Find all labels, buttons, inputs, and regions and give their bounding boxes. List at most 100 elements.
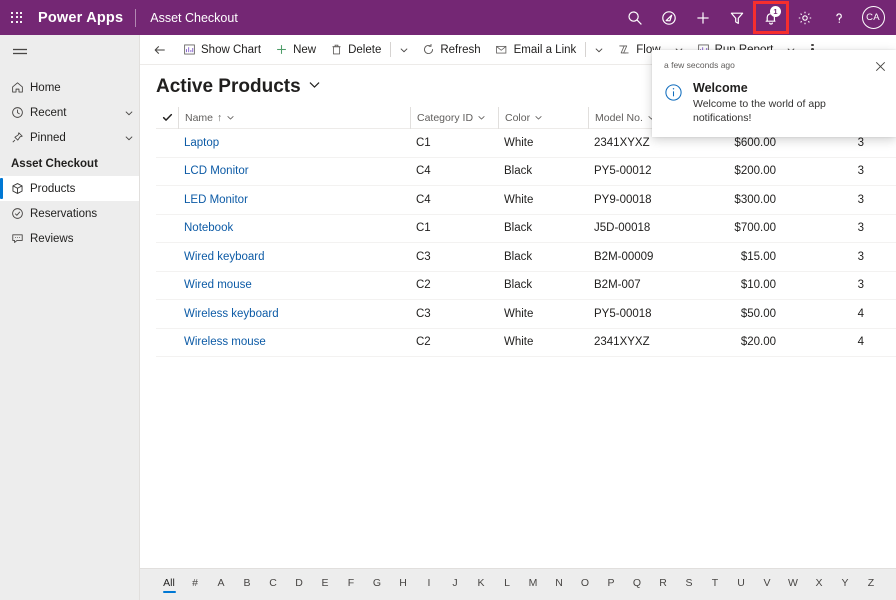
alpha-filter-t[interactable]: T	[702, 570, 728, 600]
chevron-down-icon[interactable]	[119, 133, 139, 143]
chevron-down-icon	[535, 116, 542, 120]
alpha-filter-e[interactable]: E	[312, 570, 338, 600]
alpha-filter-k[interactable]: K	[468, 570, 494, 600]
alpha-filter-l[interactable]: L	[494, 570, 520, 600]
filter-icon[interactable]	[720, 2, 754, 33]
cell-name[interactable]: LED Monitor	[178, 194, 410, 206]
sidebar-item-home[interactable]: Home	[0, 75, 139, 100]
cell-color: Black	[498, 165, 588, 177]
alpha-filter-underline	[371, 591, 384, 593]
select-all-checkbox[interactable]	[156, 107, 178, 129]
table-row[interactable]: Notebook C1 Black J5D-00018 $700.00 3	[156, 215, 896, 243]
table-row[interactable]: Wireless keyboard C3 White PY5-00018 $50.00 4	[156, 300, 896, 329]
alpha-filter-q[interactable]: Q	[624, 570, 650, 600]
new-button[interactable]: New	[268, 36, 323, 64]
table-row[interactable]: Wired mouse C2 Black B2M-007 $10.00 3	[156, 272, 896, 300]
sidebar-item-pinned[interactable]: Pinned	[0, 125, 139, 150]
alpha-filter-w[interactable]: W	[780, 570, 806, 600]
show-chart-button[interactable]: Show Chart	[176, 36, 268, 64]
cell-price: $15.00	[692, 251, 782, 263]
brand-title[interactable]: Power Apps	[34, 10, 135, 26]
email-chevron-down-icon[interactable]	[588, 36, 610, 64]
alpha-filter-z[interactable]: Z	[858, 570, 884, 600]
cell-name[interactable]: Notebook	[178, 222, 410, 234]
email-a-link-button[interactable]: Email a Link	[488, 36, 584, 64]
alpha-filter-o[interactable]: O	[572, 570, 598, 600]
alpha-filter-d[interactable]: D	[286, 570, 312, 600]
alpha-filter-c[interactable]: C	[260, 570, 286, 600]
table-row[interactable]: LED Monitor C4 White PY9-00018 $300.00 3	[156, 186, 896, 215]
avatar[interactable]: CA	[856, 2, 890, 33]
alpha-filter-r[interactable]: R	[650, 570, 676, 600]
cell-name[interactable]: LCD Monitor	[178, 165, 410, 177]
sidebar-item-products[interactable]: Products	[0, 176, 139, 201]
help-icon[interactable]	[822, 2, 856, 33]
cell-name[interactable]: Wireless mouse	[178, 336, 410, 348]
alpha-filter-s[interactable]: S	[676, 570, 702, 600]
cell-price: $700.00	[692, 222, 782, 234]
alpha-filter-label: Y	[841, 576, 849, 589]
back-button[interactable]	[144, 36, 176, 64]
info-icon	[664, 81, 683, 125]
cell-price: $300.00	[692, 194, 782, 206]
cell-rating: 3	[782, 165, 870, 177]
chevron-down-icon[interactable]	[308, 78, 321, 96]
refresh-button[interactable]: Refresh	[415, 36, 487, 64]
alpha-filter-a[interactable]: A	[208, 570, 234, 600]
alpha-filter-v[interactable]: V	[754, 570, 780, 600]
cell-color: White	[498, 137, 588, 149]
sidebar-item-reservations[interactable]: Reservations	[0, 201, 139, 226]
alpha-filter-p[interactable]: P	[598, 570, 624, 600]
table-row[interactable]: LCD Monitor C4 Black PY5-00012 $200.00 3	[156, 158, 896, 186]
alpha-filter-u[interactable]: U	[728, 570, 754, 600]
cell-name[interactable]: Laptop	[178, 137, 410, 149]
notification-item[interactable]: Welcome Welcome to the world of app noti…	[652, 75, 896, 125]
sort-ascending-icon: ↑	[217, 111, 223, 124]
chevron-down-icon[interactable]	[119, 108, 139, 118]
delete-chevron-down-icon[interactable]	[393, 36, 415, 64]
alpha-filter-m[interactable]: M	[520, 570, 546, 600]
close-icon[interactable]	[870, 57, 890, 75]
plus-icon[interactable]	[686, 2, 720, 33]
search-icon[interactable]	[618, 2, 652, 33]
table-row[interactable]: Wired keyboard C3 Black B2M-00009 $15.00 3	[156, 243, 896, 272]
column-label: Name	[185, 111, 214, 124]
gear-icon[interactable]	[788, 2, 822, 33]
alpha-filter-all[interactable]: All	[156, 570, 182, 600]
alpha-filter-f[interactable]: F	[338, 570, 364, 600]
hamburger-menu-icon[interactable]	[0, 35, 139, 69]
cell-rating: 3	[782, 222, 870, 234]
alpha-filter-n[interactable]: N	[546, 570, 572, 600]
alpha-filter-x[interactable]: X	[806, 570, 832, 600]
sidebar-item-recent[interactable]: Recent	[0, 100, 139, 125]
column-header-name[interactable]: Name ↑	[178, 106, 410, 129]
alpha-filter-h[interactable]: H	[390, 570, 416, 600]
app-launcher-icon[interactable]	[0, 0, 34, 35]
app-name[interactable]: Asset Checkout	[136, 11, 238, 25]
cell-name[interactable]: Wired keyboard	[178, 251, 410, 263]
alpha-filter-g[interactable]: G	[364, 570, 390, 600]
cell-text: C4	[416, 165, 431, 178]
alpha-filter-hash[interactable]: #	[182, 570, 208, 600]
page-title: Active Products	[156, 76, 301, 97]
cell-category: C4	[410, 165, 498, 177]
table-row[interactable]: Wireless mouse C2 White 2341XYXZ $20.00 4	[156, 329, 896, 357]
cell-text: $200.00	[734, 165, 776, 178]
column-header-color[interactable]: Color	[498, 106, 588, 129]
alpha-filter-b[interactable]: B	[234, 570, 260, 600]
column-header-category-id[interactable]: Category ID	[410, 106, 498, 129]
delete-button[interactable]: Delete	[323, 36, 388, 64]
sidebar-item-reviews[interactable]: Reviews	[0, 226, 139, 251]
notifications-bell-icon[interactable]: 1	[753, 1, 789, 34]
alpha-filter-label: W	[788, 576, 798, 589]
data-grid: Name ↑ Category ID Color Model No. Lapto…	[140, 106, 896, 568]
alpha-filter-i[interactable]: I	[416, 570, 442, 600]
alpha-filter-y[interactable]: Y	[832, 570, 858, 600]
assistant-icon[interactable]	[652, 2, 686, 33]
cell-name[interactable]: Wired mouse	[178, 279, 410, 291]
alpha-filter-underline	[839, 591, 852, 593]
cell-model: 2341XYXZ	[588, 336, 692, 348]
cell-name[interactable]: Wireless keyboard	[178, 308, 410, 320]
alpha-filter-j[interactable]: J	[442, 570, 468, 600]
cell-color: Black	[498, 279, 588, 291]
